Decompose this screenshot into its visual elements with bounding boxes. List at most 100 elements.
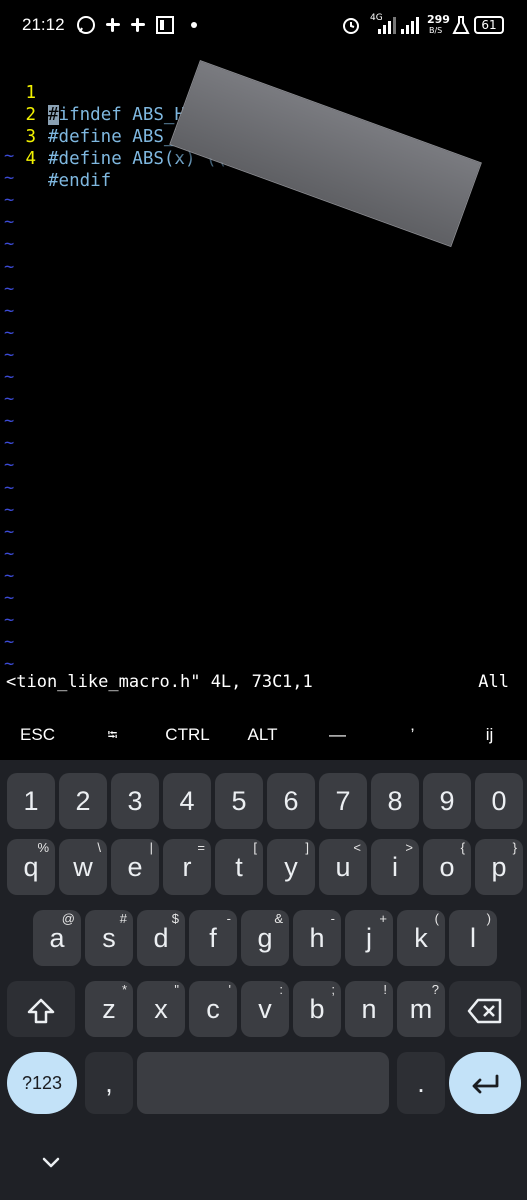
key-label: z [102, 994, 116, 1024]
flask-icon [452, 16, 470, 34]
backspace-key[interactable] [449, 981, 521, 1037]
empty-line-tilde: ~ [4, 411, 15, 432]
key-x[interactable]: x " [137, 981, 185, 1037]
empty-line-tilde: ~ [4, 477, 15, 498]
key-a[interactable]: a @ [33, 910, 81, 966]
backspace-icon [467, 998, 502, 1024]
extra-keys-bar: ESC ⭾ CTRL ALT — ’ ij [0, 712, 527, 758]
key-2[interactable]: 2 [59, 773, 107, 829]
key-label: f [209, 923, 217, 953]
key-hint: * [121, 982, 127, 997]
key-d[interactable]: d $ [137, 910, 185, 966]
key-m[interactable]: m? [397, 981, 445, 1037]
key-label: s [102, 923, 116, 953]
key-9[interactable]: 9 [423, 773, 471, 829]
key-label: j [366, 923, 372, 953]
key-hint: - [226, 911, 231, 926]
key-n[interactable]: n! [345, 981, 393, 1037]
empty-line-tilde: ~ [4, 212, 15, 233]
space-key[interactable] [137, 1052, 389, 1114]
esc-key[interactable]: ESC [0, 712, 75, 758]
key-h[interactable]: h- [293, 910, 341, 966]
symbols-key[interactable]: ?123 [7, 1052, 77, 1114]
dot-icon [191, 22, 197, 28]
empty-line-tilde: ~ [4, 278, 15, 299]
key-b[interactable]: b; [293, 981, 341, 1037]
ij-key[interactable]: ij [452, 712, 527, 758]
code-text: #endif [48, 171, 112, 191]
key-hint: # [119, 911, 127, 926]
key-4[interactable]: 4 [163, 773, 211, 829]
key-label: b [309, 994, 325, 1024]
key-1[interactable]: 1 [7, 773, 55, 829]
dash-key[interactable]: — [300, 712, 375, 758]
text-cursor: # [48, 105, 59, 125]
key-label: r [182, 852, 192, 882]
empty-line-tilde: ~ [4, 433, 15, 454]
cursor-position: 1,1 [282, 672, 313, 692]
alt-key[interactable]: ALT [225, 712, 300, 758]
key-f[interactable]: f- [189, 910, 237, 966]
key-t[interactable]: t[ [215, 839, 263, 895]
code-line: 1 #ifndef ABS_H [0, 60, 185, 125]
key-8[interactable]: 8 [371, 773, 419, 829]
key-label: w [73, 852, 93, 882]
key-3[interactable]: 3 [111, 773, 159, 829]
empty-line-tilde: ~ [4, 499, 15, 520]
key-o[interactable]: o{ [423, 839, 471, 895]
net-speed-unit: B/S [429, 26, 443, 35]
key-6[interactable]: 6 [267, 773, 315, 829]
key-label: p [491, 852, 507, 882]
key-w[interactable]: w \ [59, 839, 107, 895]
battery-icon: 61 [474, 16, 504, 34]
key-l[interactable]: l) [449, 910, 497, 966]
key-label: e [127, 852, 143, 882]
key-k[interactable]: k( [397, 910, 445, 966]
key-z[interactable]: z * [85, 981, 133, 1037]
key-label: q [23, 852, 39, 882]
code-text: ifndef ABS_H [58, 105, 185, 125]
key-r[interactable]: r = [163, 839, 211, 895]
key-hint: ! [383, 982, 387, 997]
key-q[interactable]: q% [7, 839, 55, 895]
key-hint: ; [331, 982, 335, 997]
key-v[interactable]: v: [241, 981, 289, 1037]
key-g[interactable]: g & [241, 910, 289, 966]
key-hint: < [353, 840, 361, 855]
enter-key[interactable] [449, 1052, 521, 1114]
key-label: n [361, 994, 377, 1024]
shift-key[interactable] [7, 981, 75, 1037]
key-y[interactable]: y] [267, 839, 315, 895]
shift-icon [27, 998, 55, 1024]
key-u[interactable]: u < [319, 839, 367, 895]
key-label: g [257, 923, 273, 953]
alarm-icon [343, 18, 359, 34]
enter-icon [472, 1074, 499, 1094]
key-hint: ) [486, 911, 491, 926]
battery-level: 61 [481, 18, 497, 32]
key-i[interactable]: i > [371, 839, 419, 895]
key-0[interactable]: 0 [475, 773, 523, 829]
key-hint: = [197, 840, 205, 855]
tab-key[interactable]: ⭾ [75, 712, 150, 758]
key-label: l [470, 923, 476, 953]
key-c[interactable]: c ' [189, 981, 237, 1037]
key-p[interactable]: p} [475, 839, 523, 895]
key-j[interactable]: j + [345, 910, 393, 966]
key-hint: [ [253, 840, 257, 855]
code-text: #define ABS_H [48, 127, 185, 147]
code-line: 2 #define ABS_H [0, 82, 185, 147]
empty-line-tilde: ~ [4, 521, 15, 542]
chevron-down-icon[interactable] [38, 1150, 64, 1176]
key-7[interactable]: 7 [319, 773, 367, 829]
key-5[interactable]: 5 [215, 773, 263, 829]
key-hint: - [330, 911, 335, 926]
signal-icon [378, 17, 396, 34]
apostrophe-key[interactable]: ’ [375, 712, 450, 758]
code-line: 3 #define ABS(x) ((x) < 0 ? -(x) : (x)) [0, 104, 437, 169]
key-s[interactable]: s # [85, 910, 133, 966]
ctrl-key[interactable]: CTRL [150, 712, 225, 758]
key-e[interactable]: e | [111, 839, 159, 895]
comma-key[interactable]: , [85, 1052, 133, 1114]
period-key[interactable]: . [397, 1052, 445, 1114]
